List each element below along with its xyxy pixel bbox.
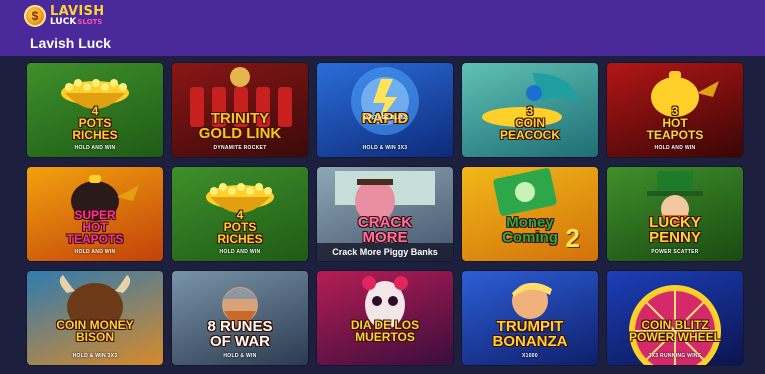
game-subtitle: POWER SCATTER bbox=[651, 249, 699, 255]
game-subtitle: HOLD AND WIN bbox=[74, 249, 116, 255]
game-title: SUPER HOT TEAPOTS bbox=[27, 209, 163, 246]
game-title-line: 8 RUNES bbox=[207, 318, 273, 335]
game-title: COIN MONEY BISON bbox=[27, 319, 163, 345]
game-title-line: PEACOCK bbox=[499, 128, 560, 143]
game-title: DIA DE LOS MUERTOS bbox=[317, 319, 453, 345]
game-title-line: RICHES bbox=[217, 232, 263, 247]
game-subtitle: 3X3 RUNNING WINS bbox=[648, 353, 702, 359]
game-tile[interactable]: TRINITY GOLD LINK DYNAMITE ROCKET bbox=[172, 63, 308, 157]
top-bar: $ LAVISH LUCKSLOTS Lavish Luck bbox=[0, 0, 765, 56]
game-title-line: OF WAR bbox=[210, 333, 270, 351]
game-tile[interactable]: SUPER HOT TEAPOTS HOLD AND WIN bbox=[27, 167, 163, 261]
game-tile[interactable]: TRUMPIT BONANZA X1000 bbox=[462, 271, 598, 365]
game-tile[interactable]: 3 HOT TEAPOTS HOLD AND WIN bbox=[607, 63, 743, 157]
game-title: 4 POTS RICHES bbox=[172, 209, 308, 246]
game-title-line: MUERTOS bbox=[355, 330, 415, 345]
game-subtitle: HOLD & WIN 3X3 bbox=[362, 145, 408, 151]
game-tile[interactable]: 3 COIN PEACOCK bbox=[462, 63, 598, 157]
game-title-line: CRACK bbox=[357, 214, 413, 231]
game-subtitle: DYNAMITE ROCKET bbox=[213, 145, 267, 151]
game-title-line: GOLD LINK bbox=[198, 125, 282, 143]
game-title: TRINITY GOLD LINK bbox=[172, 111, 308, 142]
game-title-line: BISON bbox=[75, 330, 114, 345]
game-tile[interactable]: COIN MONEY BISON HOLD & WIN 3X3 bbox=[27, 271, 163, 365]
game-tile[interactable]: COIN BLITZ POWER WHEEL 3X3 RUNNING WINS bbox=[607, 271, 743, 365]
game-title: LUCKY PENNY bbox=[607, 215, 743, 246]
game-title: 3 COIN PEACOCK bbox=[462, 105, 598, 142]
game-title: 4 POTS RICHES bbox=[27, 105, 163, 142]
game-title-line: POWER WHEEL bbox=[629, 330, 721, 345]
game-title-line: TRINITY bbox=[210, 110, 270, 127]
game-title: COIN BLITZ POWER WHEEL bbox=[607, 319, 743, 345]
game-title: 3 HOT TEAPOTS bbox=[607, 105, 743, 142]
game-subtitle: HOLD AND WIN bbox=[219, 249, 261, 255]
game-subtitle: HOLD & WIN 3X3 bbox=[72, 353, 118, 359]
game-tile[interactable]: RAPID VOLTAGE BLITZ HOLD & WIN 3X3 bbox=[317, 63, 453, 157]
game-tile[interactable]: 4 POTS RICHES HOLD AND WIN bbox=[172, 167, 308, 261]
page-title: Lavish Luck bbox=[30, 35, 111, 51]
game-subtitle: HOLD & WIN bbox=[223, 353, 257, 359]
brand-logo[interactable]: $ LAVISH LUCKSLOTS bbox=[24, 3, 120, 29]
coin-icon: $ bbox=[24, 5, 46, 27]
cash-stack-icon bbox=[493, 168, 557, 216]
game-title-line: LUCKY bbox=[649, 214, 701, 231]
logo-word-luck: LUCKSLOTS bbox=[50, 17, 103, 27]
game-tile[interactable]: 4 POTS RICHES HOLD AND WIN bbox=[27, 63, 163, 157]
game-title-line: PENNY bbox=[649, 229, 701, 247]
game-title: 8 RUNES OF WAR bbox=[172, 319, 308, 350]
game-pretitle: VOLTAGE BLITZ bbox=[363, 115, 407, 121]
game-title-line: TRUMPIT bbox=[496, 318, 564, 335]
game-tile[interactable]: CRACK MORE Crack More Piggy Banks bbox=[317, 167, 453, 261]
game-grid: 4 POTS RICHES HOLD AND WIN TRINITY GOLD LINK D… bbox=[27, 63, 743, 374]
game-subtitle: X1000 bbox=[522, 353, 538, 359]
game-tile[interactable]: LUCKY PENNY POWER SCATTER bbox=[607, 167, 743, 261]
game-title: TRUMPIT BONANZA bbox=[462, 319, 598, 350]
game-badge: 2 bbox=[565, 223, 580, 253]
game-tile[interactable]: DIA DE LOS MUERTOS bbox=[317, 271, 453, 365]
game-subtitle: HOLD AND WIN bbox=[74, 145, 116, 151]
game-title-line: TEAPOTS bbox=[66, 232, 124, 247]
game-caption: Crack More Piggy Banks bbox=[317, 243, 453, 261]
game-tile[interactable]: 8 RUNES OF WAR HOLD & WIN bbox=[172, 271, 308, 365]
game-title-line: TEAPOTS bbox=[646, 128, 704, 143]
game-title-line: BONANZA bbox=[492, 333, 568, 351]
game-subtitle: HOLD AND WIN bbox=[654, 145, 696, 151]
game-tile[interactable]: Money Coming 2 bbox=[462, 167, 598, 261]
game-title-line: RICHES bbox=[72, 128, 118, 143]
game-title: CRACK MORE bbox=[317, 215, 453, 246]
